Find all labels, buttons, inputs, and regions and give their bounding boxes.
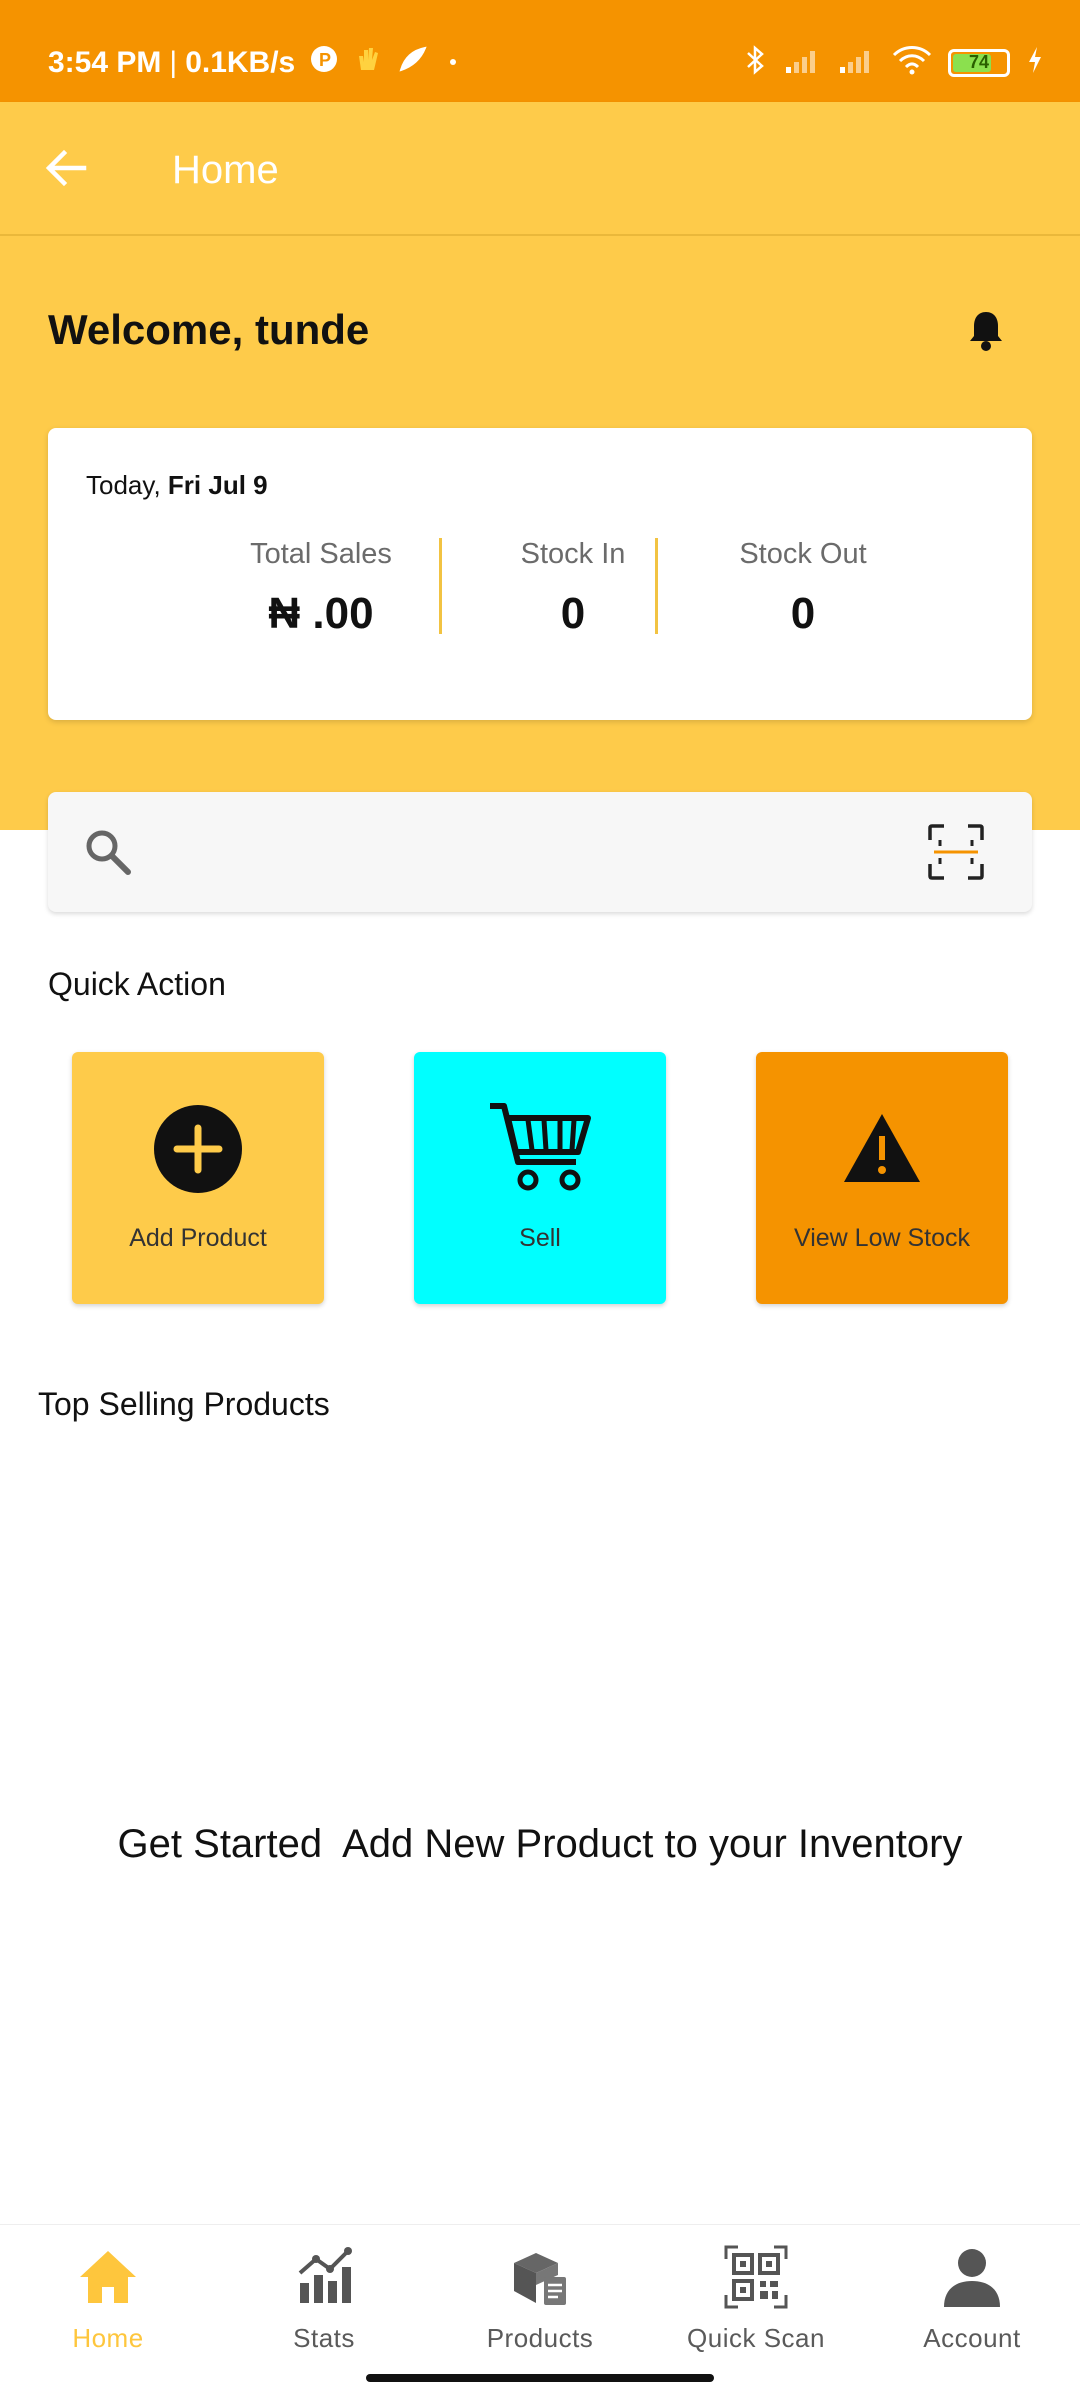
qr-icon — [724, 2245, 788, 2309]
add-product-button[interactable]: Add Product — [72, 1052, 324, 1304]
cart-icon — [488, 1100, 592, 1199]
nav-label: Products — [486, 2323, 594, 2353]
empty-state-message: Get Started Add New Product to your Inve… — [117, 1822, 963, 1866]
nav-item-stats[interactable]: Stats — [216, 2245, 432, 2354]
stats-icon — [292, 2245, 356, 2309]
battery-icon: 74 — [948, 48, 1010, 77]
leaf-app-icon — [397, 44, 429, 82]
stat-label: Stock Out — [739, 538, 867, 570]
status-bar: 3:54 PM | 0.1KB/s P 74 — [0, 0, 1080, 102]
signal-icon — [784, 45, 822, 80]
sell-button[interactable]: Sell — [414, 1052, 666, 1304]
stat-stock-in: Stock In 0 — [478, 538, 668, 639]
stat-value: ₦ .00 — [268, 589, 374, 638]
stat-value: 0 — [790, 589, 816, 638]
svg-text:P: P — [319, 50, 331, 70]
account-icon — [940, 2245, 1004, 2309]
stat-divider — [439, 538, 442, 634]
stat-stock-out: Stock Out 0 — [698, 538, 908, 639]
nav-item-account[interactable]: Account — [864, 2245, 1080, 2354]
warning-icon — [842, 1112, 922, 1189]
dot-icon — [443, 46, 463, 80]
stat-label: Total Sales — [250, 538, 392, 570]
status-left: 3:54 PM | 0.1KB/s P — [48, 44, 463, 82]
welcome-text: Welcome, tunde — [48, 306, 370, 353]
view-low-stock-button[interactable]: View Low Stock — [756, 1052, 1008, 1304]
nav-label: Account — [923, 2323, 1021, 2353]
nav-label: Home — [72, 2323, 144, 2353]
barcode-scan-icon[interactable] — [926, 822, 986, 882]
back-button[interactable] — [40, 142, 92, 194]
status-time: 3:54 PM — [48, 46, 162, 79]
date-prefix: Today, — [86, 470, 161, 500]
plus-circle-icon — [153, 1104, 243, 1199]
nav-item-home[interactable]: Home — [0, 2245, 216, 2354]
hand-wave-icon — [353, 44, 383, 82]
date-line: Today, Fri Jul 9 — [86, 470, 268, 501]
status-separator: | — [169, 46, 178, 79]
home-icon — [76, 2245, 140, 2309]
products-icon — [508, 2245, 572, 2309]
qa-label: Sell — [519, 1224, 561, 1252]
summary-card: Today, Fri Jul 9 Total Sales ₦ .00 Stock… — [48, 428, 1032, 720]
nav-label: Quick Scan — [687, 2323, 825, 2353]
wifi-icon — [892, 45, 932, 80]
qa-label: Add Product — [129, 1224, 267, 1252]
status-right: 74 — [742, 44, 1044, 81]
p-app-icon: P — [309, 44, 339, 82]
hero-section: Welcome, tunde Today, Fri Jul 9 Total Sa… — [0, 236, 1080, 830]
date-value: Fri Jul 9 — [167, 470, 268, 500]
stat-total-sales: Total Sales ₦ .00 — [226, 538, 416, 639]
status-speed: 0.1KB/s — [185, 46, 296, 79]
page-title: Home — [172, 148, 279, 192]
signal-icon-2 — [838, 45, 876, 80]
nav-label: Stats — [293, 2323, 355, 2353]
nav-item-products[interactable]: Products — [432, 2245, 648, 2354]
bluetooth-icon — [742, 44, 768, 81]
nav-item-quick-scan[interactable]: Quick Scan — [648, 2245, 864, 2354]
battery-percent: 74 — [968, 52, 990, 72]
charging-icon — [1026, 45, 1044, 80]
search-bar — [48, 792, 1032, 912]
quick-action-title: Quick Action — [48, 966, 226, 1002]
stat-label: Stock In — [520, 538, 626, 570]
search-input[interactable] — [158, 820, 898, 884]
qa-label: View Low Stock — [793, 1224, 970, 1252]
home-indicator[interactable] — [366, 2374, 714, 2382]
arrow-left-icon — [45, 149, 87, 187]
search-icon — [80, 824, 136, 880]
stat-divider — [655, 538, 658, 634]
notification-bell-icon[interactable] — [966, 308, 1006, 352]
app-bar: Home — [0, 102, 1080, 236]
top-selling-title: Top Selling Products — [38, 1386, 330, 1422]
stat-value: 0 — [560, 589, 586, 638]
